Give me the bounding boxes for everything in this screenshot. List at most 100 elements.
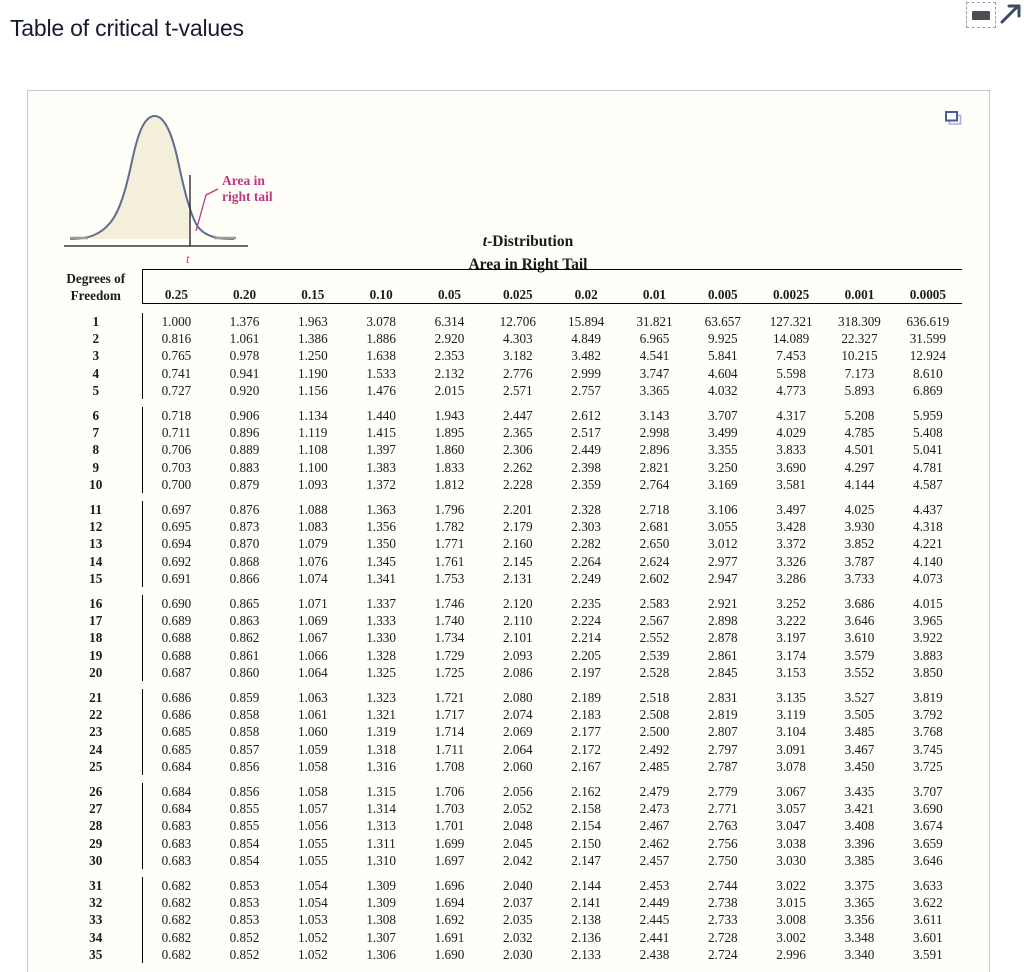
table-row[interactable]: 24 0.685 0.857 1.059 1.318 1.711 2.064 2.172 2.4… [50,740,962,758]
table-row[interactable]: 13 0.694 0.870 1.079 1.350 1.771 2.160 2.282 2.6… [50,535,962,553]
table-row[interactable]: 35 0.682 0.852 1.052 1.306 1.690 2.030 2.133 2.4… [50,945,962,964]
table-row[interactable]: 20 0.687 0.860 1.064 1.325 1.725 2.086 2.197 2.5… [50,663,962,681]
table-row[interactable]: 6 0.718 0.906 1.134 1.440 1.943 2.447 2.612 3.14… [50,406,962,425]
critical-value-cell: 1.134 [297,407,328,423]
column-header-0_005[interactable]: 0.005 [688,275,757,305]
critical-value-cell: 1.061 [297,707,328,723]
critical-value-cell: 0.684 [161,758,192,774]
critical-value-cell: 1.328 [366,647,396,663]
degrees-of-freedom-cell: 31 [50,877,143,895]
row-group-spacer [50,493,962,501]
column-header-0_025[interactable]: 0.025 [483,275,552,305]
critical-value-cell: 1.314 [366,801,396,817]
table-row[interactable]: 8 0.706 0.889 1.108 1.397 1.860 2.306 2.449 2.89… [50,441,962,459]
table-row[interactable]: 7 0.711 0.896 1.119 1.415 1.895 2.365 2.517 2.99… [50,424,962,442]
column-header-0_15[interactable]: 0.15 [278,275,347,305]
table-row[interactable]: 26 0.684 0.856 1.058 1.315 1.706 2.056 2.162 2.4… [50,782,962,801]
critical-value-cell: 0.683 [161,852,192,868]
table-row[interactable]: 4 0.741 0.941 1.190 1.533 2.132 2.776 2.999 3.74… [50,364,962,382]
column-header-0_20[interactable]: 0.20 [210,275,279,305]
table-row[interactable]: 16 0.690 0.865 1.071 1.337 1.746 2.120 2.235 2.5… [50,594,962,613]
table-row[interactable]: 23 0.685 0.858 1.060 1.319 1.714 2.069 2.177 2.5… [50,723,962,741]
critical-value-cell: 2.101 [502,630,533,646]
table-body: 1 1.000 1.376 1.963 3.078 6.314 12.706 15.894 31… [50,304,962,964]
degrees-of-freedom-cell: 30 [50,851,143,869]
area-annotation-line1: Area in [222,173,265,188]
table-row[interactable]: 29 0.683 0.854 1.055 1.311 1.699 2.045 2.150 2.4… [50,834,962,852]
degrees-of-freedom-cell: 29 [50,834,143,852]
critical-value-cell: 1.307 [366,929,396,945]
critical-value-cell: 4.297 [844,459,875,475]
table-row[interactable]: 25 0.684 0.856 1.058 1.316 1.708 2.060 2.167 2.4… [50,757,962,775]
table-row[interactable]: 5 0.727 0.920 1.156 1.476 2.015 2.571 2.757 3.36… [50,381,962,399]
critical-value-cell: 3.499 [707,425,738,441]
table-row[interactable]: 10 0.700 0.879 1.093 1.372 1.812 2.228 2.359 2.7… [50,475,962,493]
table-row[interactable]: 14 0.692 0.868 1.076 1.345 1.761 2.145 2.264 2.6… [50,552,962,570]
table-row[interactable]: 22 0.686 0.858 1.061 1.321 1.717 2.074 2.183 2.5… [50,706,962,724]
critical-value-cell: 3.340 [844,946,875,962]
critical-value-cell: 1.088 [297,501,328,517]
critical-value-cell: 2.158 [571,801,601,817]
critical-value-cell: 3.930 [844,519,875,535]
critical-value-cell: 4.015 [913,595,943,611]
critical-value-cell: 0.873 [229,519,260,535]
critical-value-cell: 2.485 [639,758,670,774]
table-row[interactable]: 32 0.682 0.853 1.054 1.309 1.694 2.037 2.141 2.4… [50,894,962,912]
critical-value-cell: 1.325 [366,664,396,680]
header-gap-row [50,304,962,313]
critical-value-cell: 3.745 [913,741,943,757]
table-row[interactable]: 33 0.682 0.853 1.053 1.308 1.692 2.035 2.138 2.4… [50,911,962,929]
table-row[interactable]: 21 0.686 0.859 1.063 1.323 1.721 2.080 2.189 2.5… [50,688,962,707]
critical-value-cell: 2.214 [571,630,601,646]
critical-value-cell: 63.657 [704,313,741,329]
column-header-0_02[interactable]: 0.02 [551,275,621,305]
column-header-0_001[interactable]: 0.001 [825,275,894,305]
degrees-of-freedom-cell: 24 [50,740,143,758]
t-values-table: Degrees of Freedom 0.25 0.20 0.15 0.10 0.05 0.0… [50,269,963,964]
column-header-0_01[interactable]: 0.01 [620,275,689,305]
expand-button[interactable] [1000,2,1024,28]
critical-value-cell: 4.437 [913,501,943,517]
degrees-of-freedom-cell: 8 [50,441,143,459]
column-header-0_10[interactable]: 0.10 [346,275,416,305]
table-row[interactable]: 28 0.683 0.855 1.056 1.313 1.701 2.048 2.154 2.4… [50,817,962,835]
critical-value-cell: 1.071 [297,595,328,611]
critical-value-cell: 3.787 [844,553,875,569]
critical-value-cell: 3.326 [776,553,806,569]
duplicate-windows-icon[interactable] [945,111,963,127]
table-row[interactable]: 3 0.765 0.978 1.250 1.638 2.353 3.182 3.482 4.54… [50,347,962,365]
table-row[interactable]: 34 0.682 0.852 1.052 1.307 1.691 2.032 2.136 2.4… [50,928,962,946]
table-row[interactable]: 17 0.689 0.863 1.069 1.333 1.740 2.110 2.224 2.5… [50,612,962,630]
critical-value-cell: 3.119 [776,707,806,723]
column-header-0_25[interactable]: 0.25 [142,275,211,305]
critical-value-cell: 2.517 [571,425,601,441]
degrees-of-freedom-cell: 22 [50,706,143,724]
table-row[interactable]: 15 0.691 0.866 1.074 1.341 1.753 2.131 2.249 2.6… [50,569,962,587]
table-row[interactable]: 30 0.683 0.854 1.055 1.310 1.697 2.042 2.147 2.4… [50,851,962,869]
table-row[interactable]: 11 0.697 0.876 1.088 1.363 1.796 2.201 2.328 2.7… [50,500,962,519]
column-header-0_05[interactable]: 0.05 [415,275,484,305]
critical-value-cell: 1.753 [434,570,465,586]
minimize-icon [972,10,990,20]
critical-value-cell: 3.579 [844,647,875,663]
critical-value-cell: 1.058 [297,758,328,774]
row-group-spacer [50,681,962,689]
column-header-0_0005[interactable]: 0.0005 [893,275,963,305]
degrees-of-freedom-cell: 20 [50,663,143,681]
critical-value-cell: 4.221 [913,536,943,552]
table-row[interactable]: 27 0.684 0.855 1.057 1.314 1.703 2.052 2.158 2.4… [50,800,962,818]
minimize-button[interactable] [966,2,996,28]
column-header-0_0025[interactable]: 0.0025 [756,275,826,305]
critical-value-cell: 0.685 [161,741,192,757]
table-row[interactable]: 1 1.000 1.376 1.963 3.078 6.314 12.706 15.894 31… [50,312,962,331]
table-row[interactable]: 18 0.688 0.862 1.067 1.330 1.734 2.101 2.214 2.5… [50,629,962,647]
critical-value-cell: 0.857 [229,741,260,757]
table-row[interactable]: 19 0.688 0.861 1.066 1.328 1.729 2.093 2.205 2.5… [50,646,962,664]
table-row[interactable]: 12 0.695 0.873 1.083 1.356 1.782 2.179 2.303 2.6… [50,518,962,536]
table-row[interactable]: 31 0.682 0.853 1.054 1.309 1.696 2.040 2.144 2.4… [50,877,962,895]
critical-value-cell: 1.076 [297,553,328,569]
table-row[interactable]: 9 0.703 0.883 1.100 1.383 1.833 2.262 2.398 2.82… [50,458,962,476]
critical-value-cell: 2.807 [707,724,738,740]
critical-value-cell: 3.610 [844,630,875,646]
table-row[interactable]: 2 0.816 1.061 1.386 1.886 2.920 4.303 4.849 6.96… [50,330,962,348]
